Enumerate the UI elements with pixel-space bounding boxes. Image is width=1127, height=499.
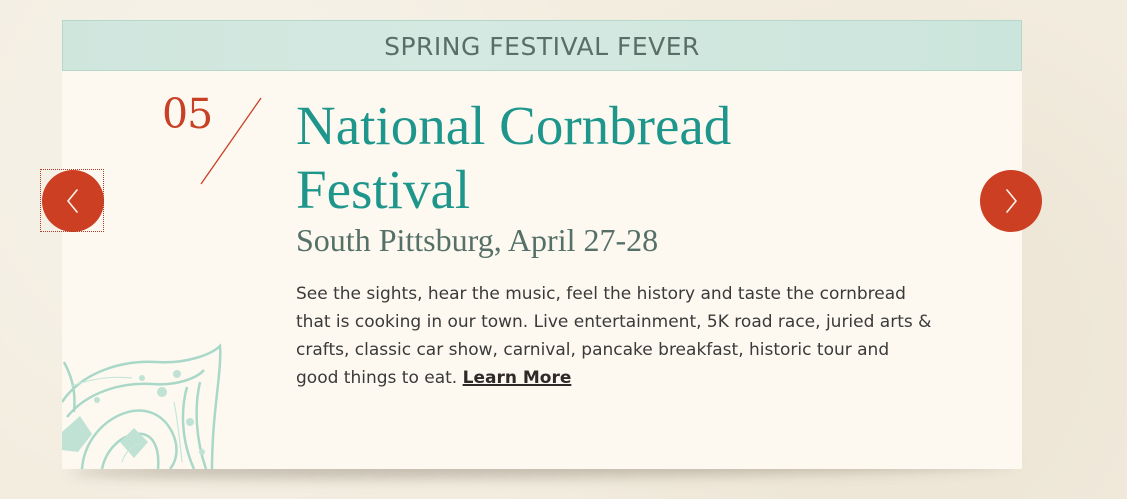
- floral-ornament-icon: [62, 343, 222, 469]
- festival-location-date: South Pittsburg, April 27-28: [296, 222, 659, 258]
- description-text: See the sights, hear the music, feel the…: [296, 284, 932, 388]
- festival-banner: SPRING FESTIVAL FEVER: [62, 20, 1022, 71]
- festival-card: SPRING FESTIVAL FEVER 05 National Cornbr…: [62, 20, 1022, 469]
- chevron-right-icon: [1006, 189, 1017, 213]
- banner-title: SPRING FESTIVAL FEVER: [384, 32, 700, 61]
- learn-more-link[interactable]: Learn More: [463, 368, 572, 388]
- next-festival-button[interactable]: [980, 170, 1042, 232]
- festival-title: National Cornbread Festival: [296, 95, 732, 220]
- previous-festival-button[interactable]: [42, 170, 104, 232]
- chevron-left-icon: [67, 189, 78, 213]
- divider-slash: [200, 97, 262, 185]
- festival-description: See the sights, hear the music, feel the…: [296, 280, 936, 392]
